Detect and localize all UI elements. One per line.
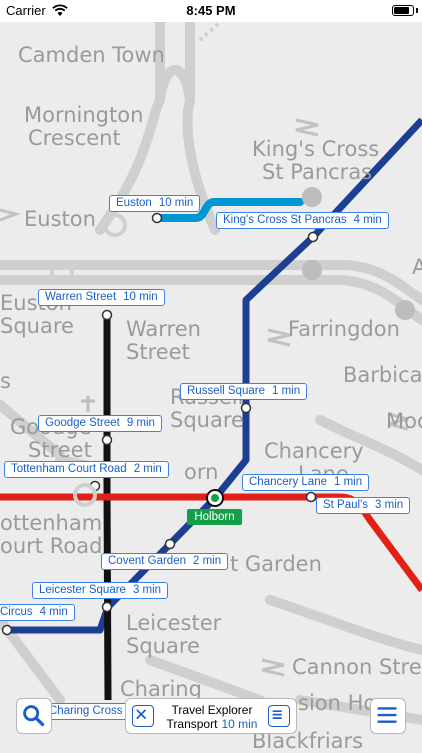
list-button[interactable]	[268, 705, 290, 727]
map-label-edge-a: A	[412, 255, 422, 279]
station-dot-covent-garden	[164, 538, 176, 550]
current-station-badge[interactable]: Holborn	[187, 509, 242, 525]
travel-explorer-panel[interactable]: Travel Explorer Transport 10 min	[125, 698, 297, 734]
station-label-charing-cross-clip: Charing Cross	[47, 703, 125, 720]
station-dot-circus	[1, 624, 13, 636]
map-label-moorgate: Moo	[386, 409, 422, 433]
panel-subtitle: Transport 10 min	[166, 717, 258, 731]
battery-icon	[392, 5, 414, 16]
station-label-circus[interactable]: Circus 4 min	[0, 604, 75, 621]
map-label-covent-garden: t Garden	[230, 552, 322, 576]
map-label-tottenham-court-road: ottenham ourt Road	[0, 511, 103, 558]
station-label-charing-cross[interactable]: Charing Cross	[47, 703, 125, 720]
map-label-camden-town: Camden Town	[18, 43, 165, 67]
accessibility-icon	[302, 260, 322, 280]
close-button[interactable]	[132, 705, 154, 727]
close-icon	[136, 709, 146, 719]
station-label-euston[interactable]: Euston 10 min	[109, 195, 201, 212]
map-label-cannon-street: Cannon Stree	[292, 655, 422, 679]
map-label-warren-street: Warren Street	[126, 317, 201, 364]
station-dot-chancery-lane	[305, 491, 317, 503]
accessibility-icon	[302, 187, 322, 207]
map-label-kings-cross: King's Cross St Pancras	[252, 137, 380, 184]
station-label-st-pauls[interactable]: St Paul's 3 min	[316, 497, 411, 514]
northern-line	[103, 315, 112, 701]
rail-icon	[267, 328, 291, 347]
menu-button[interactable]	[370, 698, 406, 734]
panel-title: Travel Explorer	[171, 703, 253, 717]
station-dot-kings-cross	[307, 231, 319, 243]
station-label-warren-street[interactable]: Warren Street 10 min	[38, 289, 165, 306]
rail-icon	[0, 208, 22, 222]
map-label-mornington-crescent: Mornington Crescent	[24, 103, 144, 150]
map-label-holborn: orn	[184, 460, 219, 484]
station-dot-leicester-square	[101, 601, 113, 613]
map-label-euston: Euston	[24, 207, 96, 231]
search-icon	[23, 705, 45, 727]
station-dot-warren-street	[101, 309, 113, 321]
station-label-chancery-lane[interactable]: Chancery Lane 1 min	[242, 474, 370, 491]
station-dot-goodge-street	[101, 434, 113, 446]
station-label-leicester-square[interactable]: Leicester Square 3 min	[32, 582, 169, 599]
rail-icon	[295, 118, 319, 137]
map-label-edge-s: s	[0, 369, 11, 393]
cross-marker	[81, 396, 95, 412]
rail-icon	[261, 658, 285, 677]
map-label-barbican: Barbican	[343, 363, 422, 387]
station-label-circus-clip: Circus 4 min	[0, 604, 80, 621]
menu-icon	[377, 707, 397, 723]
clock: 8:45 PM	[186, 3, 236, 18]
station-dot-euston	[151, 212, 163, 224]
station-label-kings-cross-st-pancras[interactable]: King's Cross St Pancras 4 min	[216, 212, 389, 229]
station-label-covent-garden[interactable]: Covent Garden 2 min	[101, 553, 229, 570]
station-label-goodge-street[interactable]: Goodge Street 9 min	[38, 415, 162, 432]
list-icon	[272, 710, 282, 719]
station-label-russell-square[interactable]: Russell Square 1 min	[180, 383, 308, 400]
map-label-leicester-square: Leicester Square	[126, 611, 222, 658]
map-label-farringdon: Farringdon	[288, 317, 400, 341]
status-bar: Carrier 8:45 PM	[0, 0, 422, 22]
panel-time: 10 min	[221, 717, 258, 731]
station-label-tottenham-court-road[interactable]: Tottenham Court Road 2 min	[4, 461, 169, 478]
battery-tip	[416, 8, 418, 13]
holborn-marker[interactable]	[206, 489, 224, 507]
search-button[interactable]	[16, 698, 52, 734]
